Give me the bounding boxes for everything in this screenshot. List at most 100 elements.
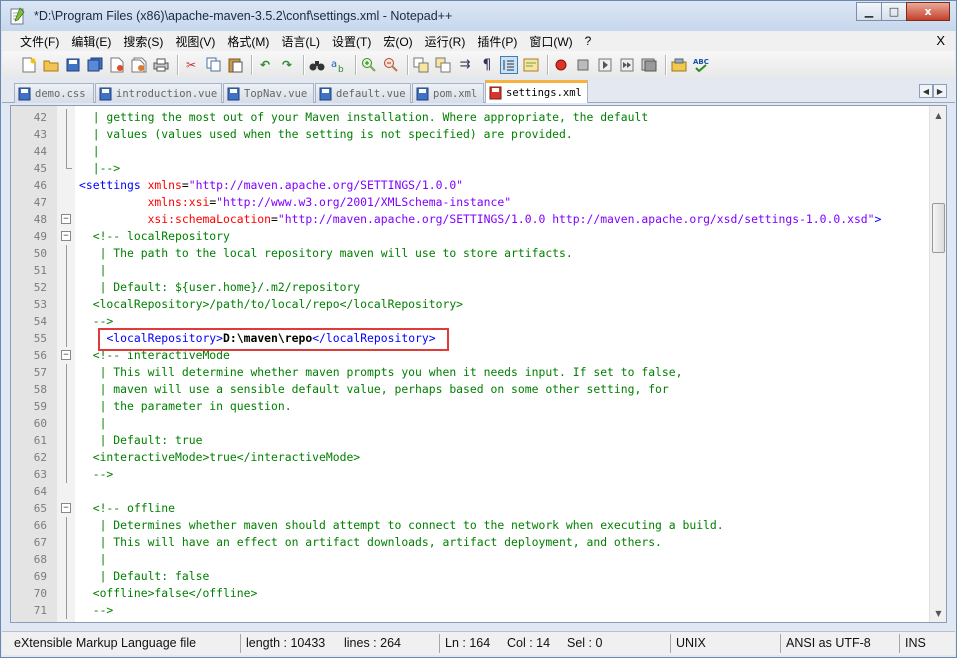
line-number: 53 <box>33 298 47 311</box>
highlighted-local-repository-line <box>98 328 449 351</box>
save-all-icon[interactable] <box>86 56 104 74</box>
menu-item[interactable]: 宏(O) <box>377 33 418 50</box>
sync-vertical-icon[interactable] <box>412 56 430 74</box>
code-line[interactable]: 65 − <!-- offline <box>11 500 946 517</box>
menu-item[interactable]: 运行(R) <box>419 33 472 50</box>
new-file-icon[interactable] <box>20 56 38 74</box>
scroll-thumb[interactable] <box>932 203 945 253</box>
tab-demo-css[interactable]: demo.css <box>14 83 94 103</box>
code-line[interactable]: 67 | This will have an effect on artifac… <box>11 534 946 551</box>
indent-guide-icon[interactable] <box>500 55 518 74</box>
menu-item[interactable]: 窗口(W) <box>523 33 578 50</box>
tab-pom-xml[interactable]: pom.xml <box>412 83 484 103</box>
fold-end-icon <box>66 160 72 169</box>
user-defined-language-icon[interactable] <box>522 56 540 74</box>
save-icon[interactable] <box>64 56 82 74</box>
code-line[interactable]: 45 |--> <box>11 160 946 177</box>
word-wrap-icon[interactable]: ⇉ <box>456 56 474 74</box>
code-line[interactable]: 52 | Default: ${user.home}/.m2/repositor… <box>11 279 946 296</box>
play-macro-icon[interactable] <box>596 56 614 74</box>
code-line[interactable]: 48 − xsi:schemaLocation="http://maven.apa… <box>11 211 946 228</box>
code-line[interactable]: 61 | Default: true <box>11 432 946 449</box>
undo-icon[interactable]: ↶ <box>256 56 274 74</box>
zoom-in-icon[interactable] <box>360 56 378 74</box>
menu-item[interactable]: 编辑(E) <box>65 33 117 50</box>
code-line[interactable]: 49 − <!-- localRepository <box>11 228 946 245</box>
code-line[interactable]: 70 <offline>false</offline> <box>11 585 946 602</box>
paste-icon[interactable] <box>226 56 244 74</box>
fold-line-icon <box>66 517 67 534</box>
save-macro-icon[interactable] <box>640 56 658 74</box>
tab-introduction-vue[interactable]: introduction.vue <box>95 83 222 103</box>
code-token: | This will have an effect on artifact d… <box>79 535 662 549</box>
code-editor[interactable]: 42 | getting the most out of your Maven … <box>10 105 947 623</box>
menu-item[interactable]: 文件(F) <box>2 33 65 50</box>
tab-scroll-buttons: ◀ ▶ <box>919 84 947 98</box>
zoom-out-icon[interactable] <box>382 56 400 74</box>
replace-icon[interactable]: ab <box>330 56 348 74</box>
code-line[interactable]: 71 --> <box>11 602 946 619</box>
code-line[interactable]: 44 | <box>11 143 946 160</box>
menu-item[interactable]: 搜索(S) <box>117 33 169 50</box>
fold-toggle-icon[interactable]: − <box>61 503 71 513</box>
fold-toggle-icon[interactable]: − <box>61 350 71 360</box>
stop-macro-icon[interactable] <box>574 56 592 74</box>
toolbar: ✂ ↶ ↷ ab ⇉ ¶ ABC <box>2 51 955 78</box>
toolbar-separator <box>251 54 253 75</box>
close-file-icon[interactable] <box>108 56 126 74</box>
code-line[interactable]: 57 | This will determine whether maven p… <box>11 364 946 381</box>
tab-topnav-vue[interactable]: TopNav.vue <box>223 83 314 103</box>
code-line[interactable]: 50 | The path to the local repository ma… <box>11 245 946 262</box>
line-number: 59 <box>33 400 47 413</box>
tab-settings-xml[interactable]: settings.xml <box>485 80 588 103</box>
menu-item[interactable]: 设置(T) <box>326 33 377 50</box>
menu-item[interactable]: ? <box>579 34 598 48</box>
vertical-scrollbar[interactable]: ▲ ▼ <box>929 106 946 622</box>
spell-check-icon[interactable]: ABC <box>692 56 710 74</box>
code-line[interactable]: 51 | <box>11 262 946 279</box>
show-all-chars-icon[interactable]: ¶ <box>478 56 496 74</box>
menu-item[interactable]: 语言(L) <box>275 33 326 50</box>
open-file-icon[interactable] <box>42 56 60 74</box>
sync-horizontal-icon[interactable] <box>434 56 452 74</box>
redo-icon[interactable]: ↷ <box>278 56 296 74</box>
scroll-down-arrow-icon[interactable]: ▼ <box>931 605 946 621</box>
code-line[interactable]: 68 | <box>11 551 946 568</box>
code-line[interactable]: 69 | Default: false <box>11 568 946 585</box>
code-line[interactable]: 64 <box>11 483 946 500</box>
code-line[interactable]: 43 | values (values used when the settin… <box>11 126 946 143</box>
cut-icon[interactable]: ✂ <box>182 56 200 74</box>
copy-icon[interactable] <box>204 56 222 74</box>
menu-item[interactable]: 插件(P) <box>471 33 523 50</box>
code-line[interactable]: 46 <settings xmlns="http://maven.apache.o… <box>11 177 946 194</box>
tab-scroll-left-icon[interactable]: ◀ <box>919 84 933 98</box>
menu-item[interactable]: 视图(V) <box>169 33 221 50</box>
title-bar[interactable]: *D:\Program Files (x86)\apache-maven-3.5… <box>1 1 956 31</box>
code-line[interactable]: 59 | the parameter in question. <box>11 398 946 415</box>
menu-item[interactable]: 格式(M) <box>221 33 275 50</box>
tab-scroll-right-icon[interactable]: ▶ <box>933 84 947 98</box>
minimize-button[interactable]: ▁ <box>856 2 882 21</box>
code-line[interactable]: 62 <interactiveMode>true</interactiveMod… <box>11 449 946 466</box>
scroll-up-arrow-icon[interactable]: ▲ <box>931 107 946 123</box>
record-macro-icon[interactable] <box>552 56 570 74</box>
maximize-button[interactable]: □ <box>881 2 907 21</box>
code-line[interactable]: 47 xmlns:xsi="http://www.w3.org/2001/XML… <box>11 194 946 211</box>
code-line[interactable]: 60 | <box>11 415 946 432</box>
code-token: --> <box>79 314 114 328</box>
code-line[interactable]: 66 | Determines whether maven should att… <box>11 517 946 534</box>
find-icon[interactable] <box>308 56 326 74</box>
plugin-icon[interactable] <box>670 56 688 74</box>
run-macro-multiple-icon[interactable] <box>618 56 636 74</box>
fold-toggle-icon[interactable]: − <box>61 231 71 241</box>
print-icon[interactable] <box>152 56 170 74</box>
code-line[interactable]: 42 | getting the most out of your Maven … <box>11 109 946 126</box>
code-line[interactable]: 58 | maven will use a sensible default v… <box>11 381 946 398</box>
fold-toggle-icon[interactable]: − <box>61 214 71 224</box>
close-all-icon[interactable] <box>130 56 148 74</box>
close-button[interactable]: x <box>906 2 950 21</box>
tab-default-vue[interactable]: default.vue <box>315 83 411 103</box>
close-document-button[interactable]: X <box>936 33 945 48</box>
code-line[interactable]: 63 --> <box>11 466 946 483</box>
code-line[interactable]: 53 <localRepository>/path/to/local/repo<… <box>11 296 946 313</box>
